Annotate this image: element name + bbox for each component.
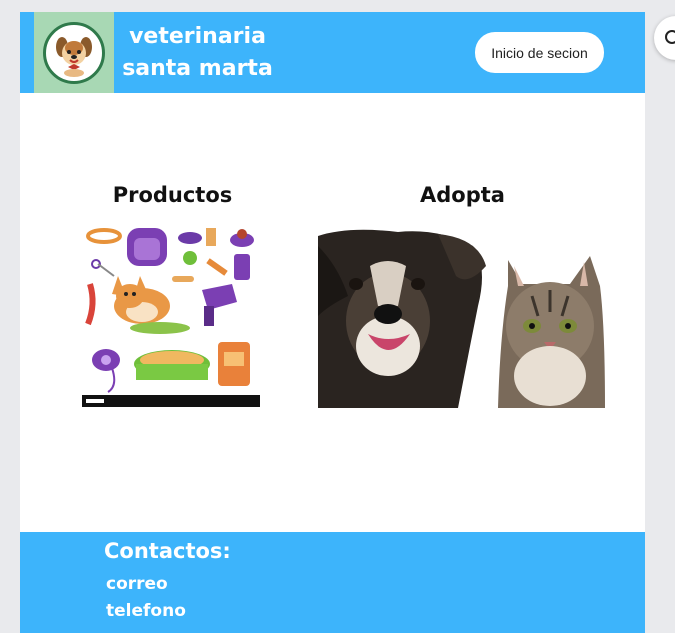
logo[interactable]	[34, 12, 114, 93]
site-title-line1: veterinaria	[129, 24, 266, 49]
site-title: veterinaria santa marta	[120, 21, 275, 85]
login-button[interactable]: Inicio de secion	[475, 32, 604, 73]
products-image[interactable]	[82, 224, 260, 407]
site-title-line2: santa marta	[122, 56, 273, 81]
side-search-button[interactable]	[654, 16, 675, 60]
site-header: veterinaria santa marta Inicio de secion	[20, 12, 645, 93]
adopt-heading[interactable]: Adopta	[390, 183, 535, 207]
email-link[interactable]: correo	[106, 574, 168, 594]
adopt-image[interactable]	[318, 226, 605, 408]
products-heading[interactable]: Productos	[100, 183, 245, 207]
search-icon	[665, 30, 675, 44]
phone-link[interactable]: telefono	[106, 601, 186, 621]
dog-logo-icon	[43, 21, 105, 84]
contacts-heading: Contactos:	[104, 539, 231, 563]
site-footer: Contactos: correo telefono	[20, 532, 645, 633]
page-container: veterinaria santa marta Inicio de secion…	[20, 12, 645, 633]
